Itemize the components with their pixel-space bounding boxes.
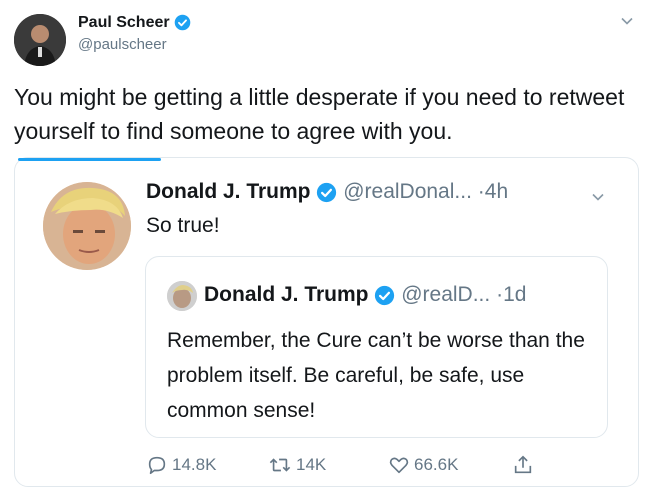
chevron-down-icon[interactable] (620, 14, 634, 33)
outer-author-name[interactable]: Paul Scheer (78, 14, 191, 32)
quoted-author-avatar (167, 281, 197, 311)
outer-tweet-text: You might be getting a little desperate … (14, 84, 625, 144)
quoted-author-name: Donald J. Trump (204, 283, 369, 306)
reply-icon (148, 456, 166, 475)
retweet-text: So true! (146, 214, 220, 237)
quoted-separator: · (496, 283, 504, 306)
like-count: 66.6K (414, 455, 459, 474)
like-icon (389, 457, 409, 474)
retweet-header: Donald J. Trump @realDonal... ·4h (146, 180, 508, 204)
quoted-header: Donald J. Trump @realD... ·1d (204, 283, 526, 307)
outer-author-avatar[interactable] (14, 14, 66, 66)
reply-count: 14.8K (172, 455, 217, 474)
retweet-separator: · (477, 180, 485, 203)
quoted-age: 1d (503, 283, 527, 306)
retweet-count: 14K (296, 455, 327, 474)
retweet-age[interactable]: 4h (485, 180, 508, 203)
share-button[interactable] (512, 454, 534, 476)
retweet-button[interactable]: 14K (268, 454, 326, 476)
reply-button[interactable]: 14.8K (146, 454, 216, 476)
retweet-author-name[interactable]: Donald J. Trump (146, 180, 311, 203)
quoted-tweet-text: Remember, the Cure can’t be worse than t… (167, 329, 585, 422)
quoted-author-handle: @realD... (401, 283, 491, 306)
outer-author-handle[interactable]: @paulscheer (78, 36, 167, 53)
retweet-author-handle[interactable]: @realDonal... (343, 180, 472, 203)
outer-author-name-text[interactable]: Paul Scheer (78, 14, 170, 31)
verified-badge-icon (174, 14, 191, 31)
retweet-author-avatar[interactable] (43, 182, 131, 270)
retweet-icon (269, 458, 291, 472)
share-icon (514, 455, 532, 474)
verified-badge-icon (375, 285, 395, 306)
verified-badge-icon (317, 182, 337, 203)
chevron-down-icon[interactable] (591, 190, 605, 209)
like-button[interactable]: 66.6K (388, 454, 458, 476)
card-progress-bar (18, 158, 161, 161)
